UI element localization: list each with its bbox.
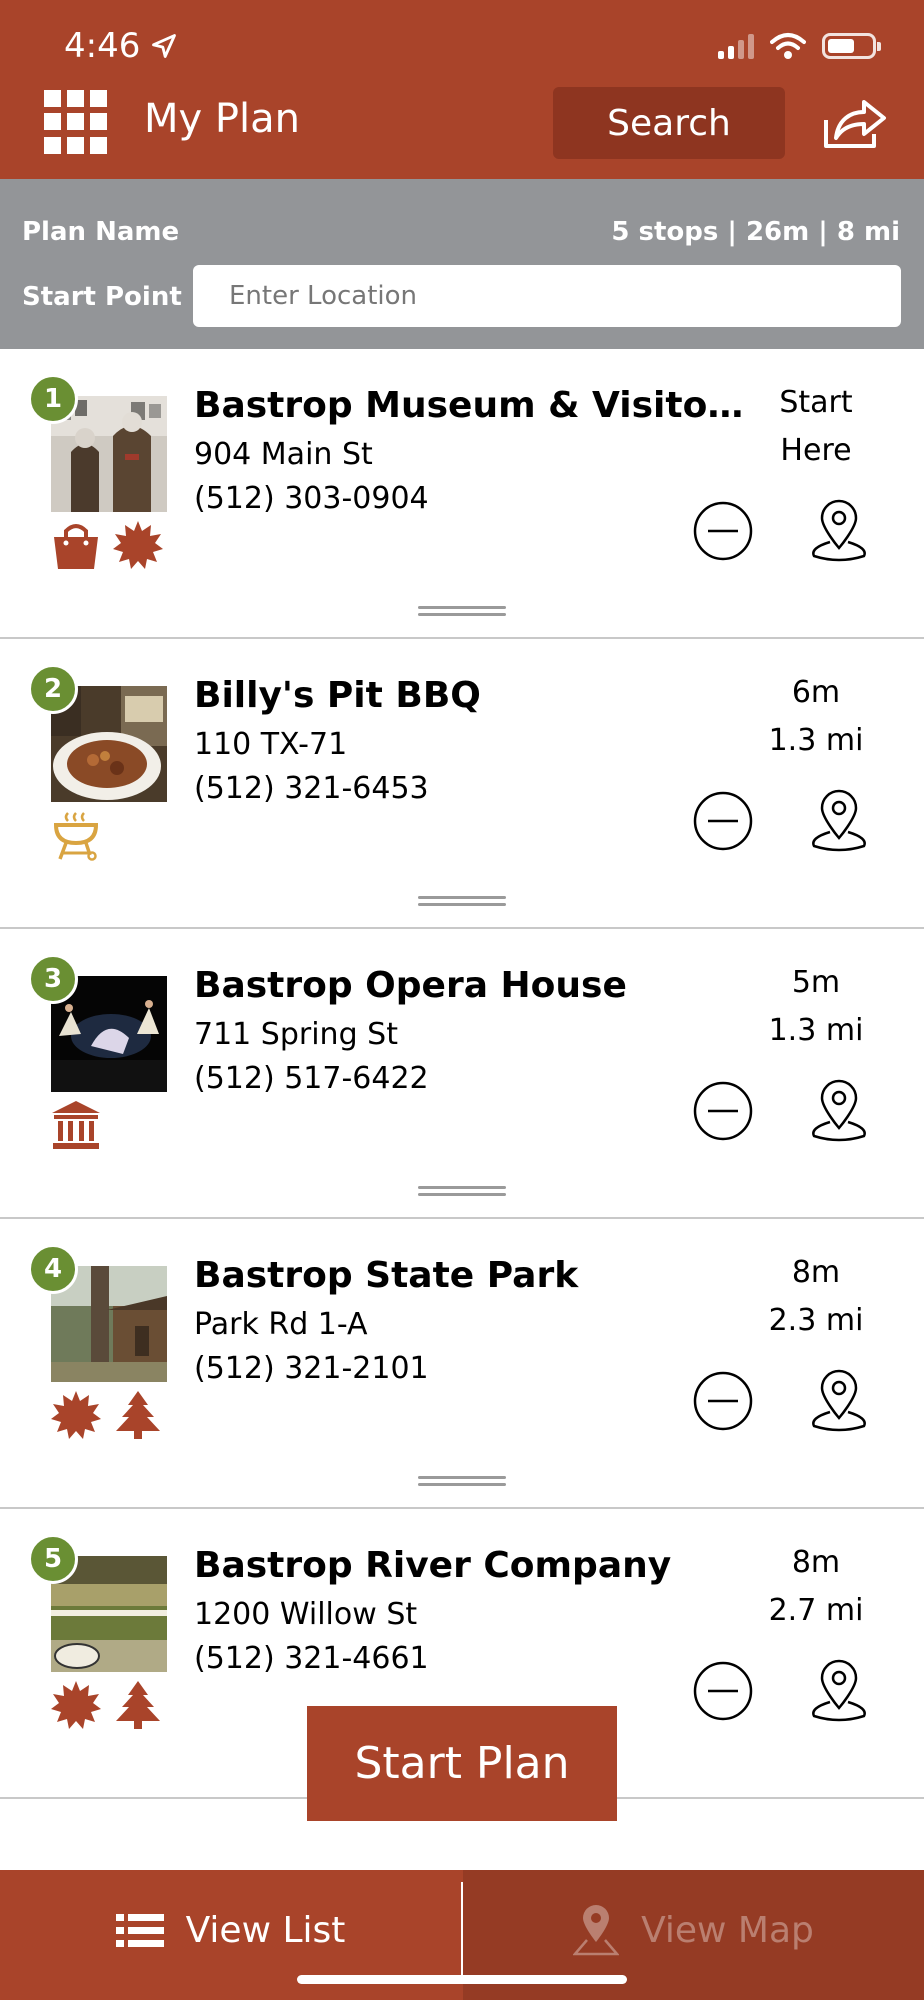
stop-address: Park Rd 1-A (194, 1307, 368, 1342)
category-icons (50, 1099, 102, 1151)
stop-distance: 2.3 mi (768, 1303, 864, 1338)
start-location-input[interactable] (193, 265, 901, 327)
stop-phone[interactable]: (512) 517-6422 (194, 1061, 429, 1096)
pine-tree-icon (116, 1681, 160, 1729)
category-icons (50, 1679, 164, 1731)
stop-address: 904 Main St (194, 437, 373, 472)
stop-address: 711 Spring St (194, 1017, 398, 1052)
drag-handle[interactable] (418, 606, 506, 618)
map-pin-icon[interactable] (808, 1368, 870, 1434)
stop-number-badge: 1 (28, 374, 78, 424)
category-icons (50, 809, 102, 861)
map-pin-icon[interactable] (808, 788, 870, 854)
starburst-icon (113, 521, 163, 569)
status-bar-indicators (718, 32, 881, 60)
stop-item[interactable]: 2 Billy's Pit BBQ 110 TX-71 (512) 321-64… (0, 639, 924, 929)
tab-view-map-label: View Map (641, 1909, 814, 1951)
stop-item[interactable]: 1 Bastrop Museum & Visitor Ce... 904 Mai… (0, 349, 924, 639)
status-bar-time: 4:46 (64, 26, 178, 66)
stop-name[interactable]: Bastrop Museum & Visitor Ce... (194, 385, 754, 426)
stop-phone[interactable]: (512) 321-2101 (194, 1351, 429, 1386)
stop-distance: 1.3 mi (768, 1013, 864, 1048)
stop-travel-time: 5m (791, 965, 841, 1000)
stop-name[interactable]: Billy's Pit BBQ (194, 675, 754, 716)
stop-travel-time: 6m (791, 675, 841, 710)
page-title: My Plan (144, 96, 300, 142)
starburst-icon (51, 1681, 101, 1729)
category-icons (50, 1389, 164, 1441)
stop-address: 1200 Willow St (194, 1597, 418, 1632)
map-pin-icon[interactable] (808, 498, 870, 564)
tab-view-list-label: View List (185, 1909, 346, 1951)
stop-distance: 2.7 mi (768, 1593, 864, 1628)
category-icons (50, 519, 164, 571)
starburst-icon (51, 1391, 101, 1439)
search-button[interactable]: Search (553, 87, 785, 159)
wifi-icon (770, 33, 806, 59)
battery-icon (822, 33, 881, 59)
stop-distance: Here (780, 433, 852, 468)
grill-icon (53, 812, 99, 861)
plan-stats: 5 stops | 26m | 8 mi (611, 217, 900, 247)
plan-name-label[interactable]: Plan Name (22, 217, 179, 247)
remove-stop-button[interactable] (692, 1370, 754, 1432)
menu-grid-icon[interactable] (44, 90, 108, 154)
museum-icon (52, 1101, 100, 1149)
remove-stop-button[interactable] (692, 500, 754, 562)
home-indicator[interactable] (297, 1975, 627, 1984)
plan-info-bar: Plan Name 5 stops | 26m | 8 mi Start Poi… (0, 179, 924, 349)
app-header: 4:46 My Plan Search (0, 0, 924, 179)
stop-name[interactable]: Bastrop State Park (194, 1255, 754, 1296)
stop-phone[interactable]: (512) 303-0904 (194, 481, 429, 516)
start-point-label: Start Point (22, 282, 182, 312)
stop-number-badge: 4 (28, 1244, 78, 1294)
stop-item[interactable]: 4 Bastrop State Park Park Rd 1-A (512) 3… (0, 1219, 924, 1509)
stop-item[interactable]: 3 Bastrop Opera House 711 Spring St (512… (0, 929, 924, 1219)
cellular-signal-icon (718, 33, 754, 59)
stop-number-badge: 2 (28, 664, 78, 714)
list-icon (115, 1914, 164, 1947)
shopping-bag-icon (54, 524, 98, 569)
stop-number-badge: 5 (28, 1534, 78, 1584)
stop-phone[interactable]: (512) 321-4661 (194, 1641, 429, 1676)
drag-handle[interactable] (418, 896, 506, 908)
start-plan-button[interactable]: Start Plan (307, 1706, 617, 1821)
stop-travel-time: Start (779, 385, 853, 420)
remove-stop-button[interactable] (692, 1080, 754, 1142)
stop-travel-time: 8m (791, 1255, 841, 1290)
share-icon[interactable] (818, 94, 890, 154)
stop-travel-time: 8m (791, 1545, 841, 1580)
remove-stop-button[interactable] (692, 790, 754, 852)
stop-name[interactable]: Bastrop River Company (194, 1545, 754, 1586)
stop-name[interactable]: Bastrop Opera House (194, 965, 754, 1006)
status-time-text: 4:46 (64, 26, 141, 66)
drag-handle[interactable] (418, 1476, 506, 1488)
stop-distance: 1.3 mi (768, 723, 864, 758)
stop-number-badge: 3 (28, 954, 78, 1004)
stop-list: 1 Bastrop Museum & Visitor Ce... 904 Mai… (0, 349, 924, 1799)
drag-handle[interactable] (418, 1186, 506, 1198)
remove-stop-button[interactable] (692, 1660, 754, 1722)
stop-address: 110 TX-71 (194, 727, 348, 762)
map-pin-icon[interactable] (808, 1658, 870, 1724)
map-pin-icon[interactable] (808, 1078, 870, 1144)
pine-tree-icon (116, 1391, 160, 1439)
stop-phone[interactable]: (512) 321-6453 (194, 771, 429, 806)
location-arrow-icon (152, 34, 177, 58)
map-marker-icon (573, 1905, 620, 1956)
